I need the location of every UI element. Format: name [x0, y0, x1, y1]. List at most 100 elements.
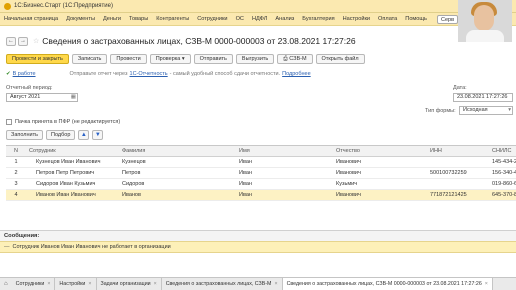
cell-n: 4 — [14, 192, 18, 198]
employees-table: N Сотрудник Фамилия Имя Отчество ИНН СНИ… — [6, 145, 516, 201]
pfr-accepted-row[interactable]: Пачка принята в ПФР (не редактируется) — [6, 119, 120, 125]
close-icon[interactable]: × — [485, 278, 488, 290]
document-title: Сведения о застрахованных лицах, СЗВ-М 0… — [42, 36, 356, 46]
server-button[interactable]: Серв — [436, 15, 458, 24]
cell-snils[interactable]: 145-434-2 — [489, 159, 516, 165]
menu-documents[interactable]: Документы — [66, 16, 95, 22]
menu-accounting[interactable]: Бухгалтерия — [302, 16, 334, 22]
col-n[interactable]: N — [6, 148, 26, 154]
cell-first-name[interactable]: Иван — [236, 192, 333, 198]
status-check-icon: ✔ — [6, 71, 11, 77]
cell-employee[interactable]: Кузнецов Иван Иванович — [26, 159, 119, 165]
move-up-icon[interactable]: ▲ — [78, 130, 90, 140]
menu-payment[interactable]: Оплата — [378, 16, 397, 22]
cell-employee[interactable]: Петров Петр Петрович — [26, 170, 119, 176]
form-type-value: Исходная — [463, 107, 488, 113]
menu-employees[interactable]: Сотрудники — [197, 16, 227, 22]
fill-button[interactable]: Заполнить — [6, 130, 44, 140]
table-row[interactable]: 3 Сидоров Иван Кузьмич Сидоров Иван Кузь… — [6, 179, 516, 190]
close-icon[interactable]: × — [274, 278, 277, 290]
pfr-accepted-checkbox[interactable] — [6, 119, 12, 125]
cell-last-name[interactable]: Кузнецов — [119, 159, 236, 165]
app-logo-icon — [4, 2, 11, 10]
export-button[interactable]: Выгрузить — [235, 54, 275, 64]
col-last-name[interactable]: Фамилия — [119, 148, 236, 154]
table-header: N Сотрудник Фамилия Имя Отчество ИНН СНИ… — [6, 146, 516, 157]
favorite-star-icon[interactable]: ☆ — [33, 37, 39, 45]
chevron-down-icon: ▾ — [508, 107, 511, 113]
col-employee[interactable]: Сотрудник — [26, 148, 119, 154]
cell-middle-name[interactable]: Иванович — [333, 159, 427, 165]
reporting-service-link[interactable]: 1С-Отчетность — [130, 71, 168, 77]
status-state-link[interactable]: В работе — [13, 71, 36, 77]
cell-first-name[interactable]: Иван — [236, 170, 333, 176]
window-title: 1С:Бизнес.Старт (1С:Предприятие) — [14, 3, 113, 9]
open-file-button[interactable]: Открыть файл — [315, 54, 365, 64]
tab-org-tasks[interactable]: Задачи организации × — [97, 278, 162, 290]
cell-snils[interactable]: 156-340-4 — [489, 170, 516, 176]
home-icon[interactable]: ⌂ — [4, 281, 8, 287]
cell-middle-name[interactable]: Кузьмич — [333, 181, 427, 187]
cell-last-name[interactable]: Петров — [119, 170, 236, 176]
more-info-link[interactable]: Подробнее — [282, 71, 311, 77]
cell-snils[interactable]: 645-370-8 — [489, 192, 516, 198]
check-dropdown-button[interactable]: Проверка ▾ — [149, 54, 191, 64]
cell-employee[interactable]: Иванов Иван Иванович — [26, 192, 119, 198]
date-field[interactable]: 23.08.2021 17:27:26 — [453, 93, 513, 102]
cell-n: 2 — [14, 170, 18, 176]
move-down-icon[interactable]: ▼ — [92, 130, 104, 140]
cell-middle-name[interactable]: Иванович — [333, 170, 427, 176]
calendar-icon[interactable]: ▦ — [71, 94, 76, 101]
col-middle-name[interactable]: Отчество — [333, 148, 427, 154]
col-snils[interactable]: СНИЛС — [489, 148, 516, 154]
menu-home[interactable]: Начальная страница — [4, 16, 58, 22]
cell-first-name[interactable]: Иван — [236, 181, 333, 187]
table-row-selected[interactable]: 4 Иванов Иван Иванович Иванов Иван Ивано… — [6, 190, 516, 201]
select-button[interactable]: Подбор — [46, 130, 76, 140]
col-inn[interactable]: ИНН — [427, 148, 489, 154]
back-button[interactable]: ← — [6, 36, 16, 46]
tab-label: Сведения о застрахованных лицах, СЗВ-М — [165, 281, 272, 287]
post-and-close-button[interactable]: Провести и закрыть — [6, 54, 69, 64]
close-icon[interactable]: × — [88, 278, 91, 290]
menu-ndfl[interactable]: НДФЛ — [252, 16, 267, 22]
menu-goods[interactable]: Товары — [129, 16, 148, 22]
menu-settings[interactable]: Настройки — [343, 16, 370, 22]
tab-settings[interactable]: Настройки × — [55, 278, 97, 290]
presenter-face — [474, 5, 494, 31]
forward-button[interactable]: → — [18, 36, 28, 46]
cell-n: 3 — [14, 181, 18, 187]
close-icon[interactable]: × — [47, 278, 50, 290]
table-row[interactable]: 1 Кузнецов Иван Иванович Кузнецов Иван И… — [6, 157, 516, 168]
pfr-accepted-label: Пачка принята в ПФР (не редактируется) — [15, 119, 121, 125]
close-icon[interactable]: × — [154, 278, 157, 290]
message-item[interactable]: — Сотрудник Иванов Иван Иванович не рабо… — [0, 241, 516, 253]
menu-fixed-assets[interactable]: ОС — [236, 16, 244, 22]
print-szvm-button[interactable]: ⎙ СЗВ-М — [277, 54, 313, 64]
menu-analysis[interactable]: Анализ — [275, 16, 294, 22]
cell-last-name[interactable]: Иванов — [119, 192, 236, 198]
cell-middle-name[interactable]: Иванович — [333, 192, 427, 198]
cell-snils[interactable]: 019-860-6 — [489, 181, 516, 187]
tab-szvm-document[interactable]: Сведения о застрахованных лицах, СЗВ-М 0… — [282, 278, 493, 290]
menu-money[interactable]: Деньги — [103, 16, 121, 22]
post-button[interactable]: Провести — [110, 54, 147, 64]
cell-last-name[interactable]: Сидоров — [119, 181, 236, 187]
tab-employees[interactable]: Сотрудники × — [12, 278, 56, 290]
date-value: 23.08.2021 17:27:26 — [457, 94, 508, 100]
cell-first-name[interactable]: Иван — [236, 159, 333, 165]
cell-employee[interactable]: Сидоров Иван Кузьмич — [26, 181, 119, 187]
menu-counterparties[interactable]: Контрагенты — [156, 16, 189, 22]
period-field[interactable]: Август 2021 ▦ — [6, 93, 78, 102]
tab-szvm-list[interactable]: Сведения о застрахованных лицах, СЗВ-М × — [162, 278, 283, 290]
table-row[interactable]: 2 Петров Петр Петрович Петров Иван Ивано… — [6, 168, 516, 179]
message-bullet-icon: — — [4, 244, 10, 250]
form-type-select[interactable]: Исходная ▾ — [459, 106, 513, 115]
send-button[interactable]: Отправить — [193, 54, 233, 64]
cell-inn[interactable]: 500100732259 — [427, 170, 489, 176]
open-windows-tabbar: ⌂ Сотрудники × Настройки × Задачи организа… — [0, 277, 516, 290]
col-first-name[interactable]: Имя — [236, 148, 333, 154]
save-button[interactable]: Записать — [71, 54, 108, 64]
cell-inn[interactable]: 771872121425 — [427, 192, 489, 198]
menu-help[interactable]: Помощь — [405, 16, 427, 22]
